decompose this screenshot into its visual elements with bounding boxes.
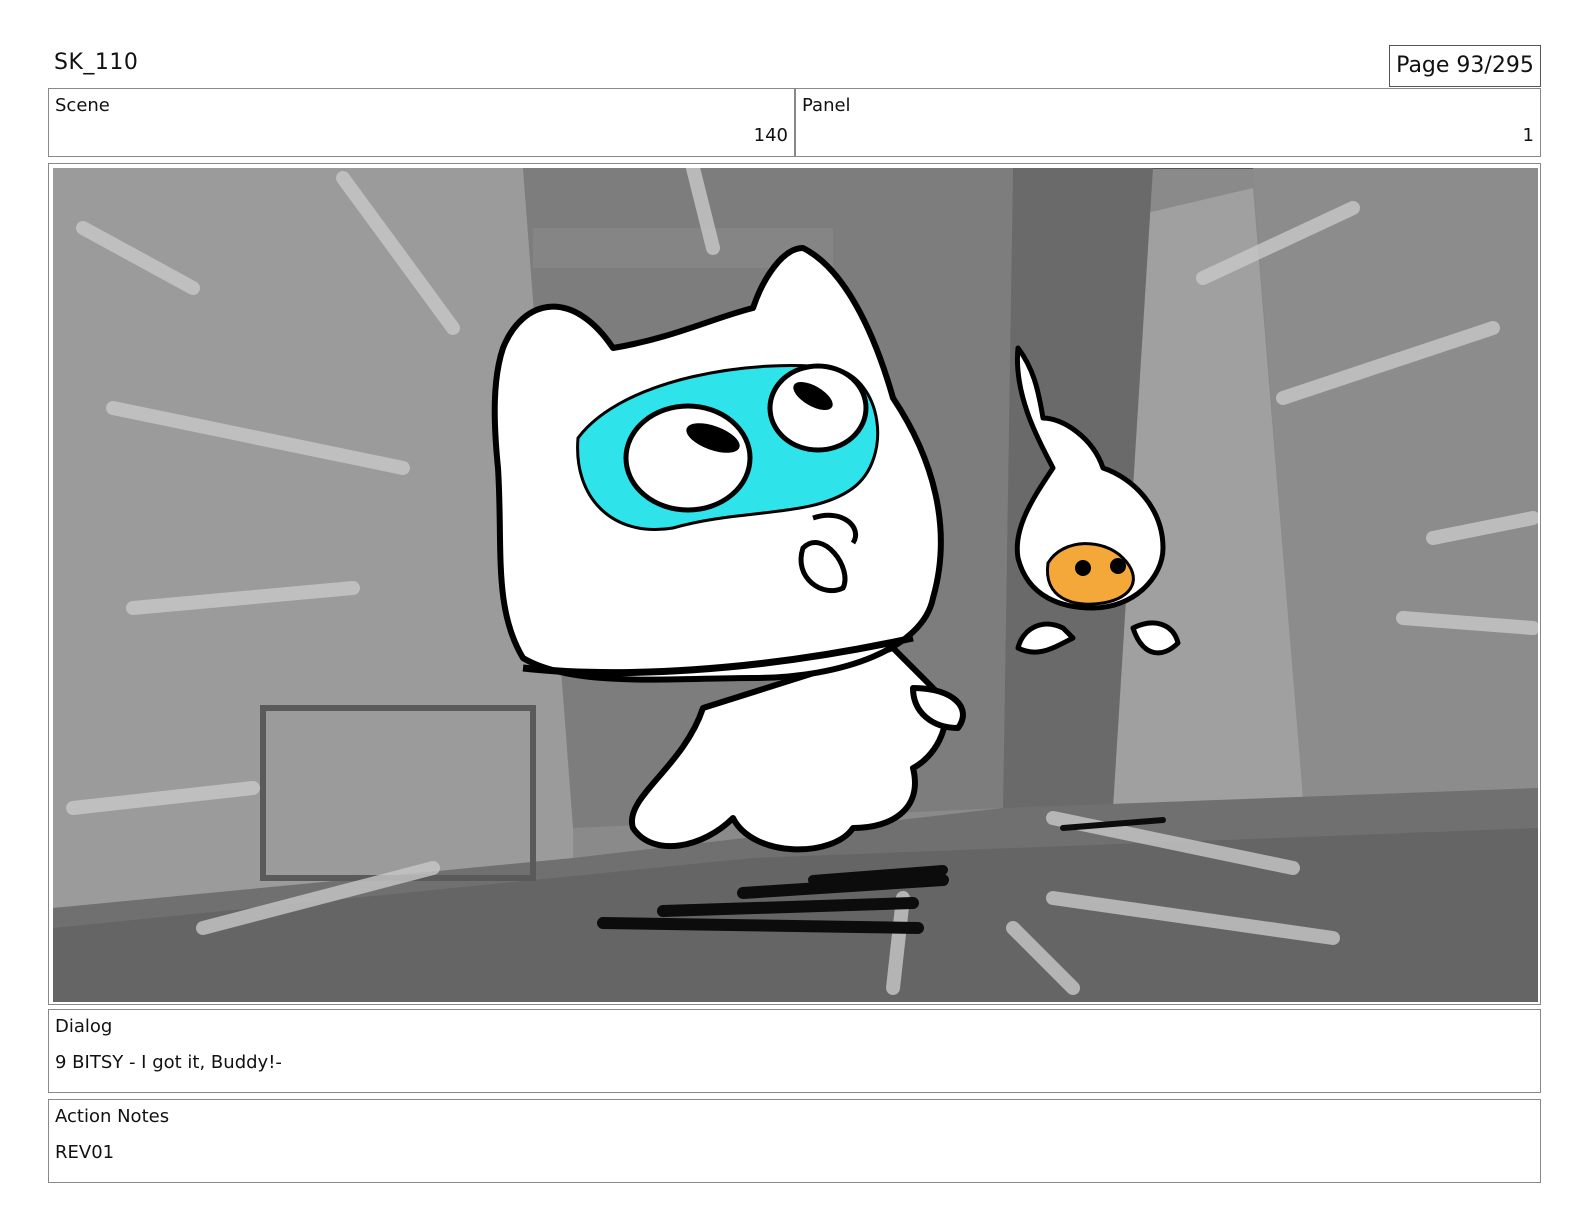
scene-label: Scene	[55, 95, 110, 116]
action-notes-text: REV01	[55, 1142, 115, 1163]
dialog-cell: Dialog 9 BITSY - I got it, Buddy!-	[48, 1009, 1541, 1093]
scene-cell: Scene 140	[48, 88, 795, 157]
dialog-label: Dialog	[55, 1016, 113, 1037]
storyboard-frame	[48, 163, 1541, 1005]
panel-cell: Panel 1	[795, 88, 1541, 157]
panel-number: 1	[1522, 125, 1534, 146]
action-notes-label: Action Notes	[55, 1106, 170, 1127]
page-counter: Page 93/295	[1389, 45, 1541, 87]
scene-number: 140	[753, 125, 788, 146]
action-notes-cell: Action Notes REV01	[48, 1099, 1541, 1183]
panel-label: Panel	[802, 95, 851, 116]
storyboard-drawing	[53, 168, 1538, 1002]
document-title: SK_110	[54, 50, 139, 75]
dialog-text: 9 BITSY - I got it, Buddy!-	[55, 1052, 282, 1073]
